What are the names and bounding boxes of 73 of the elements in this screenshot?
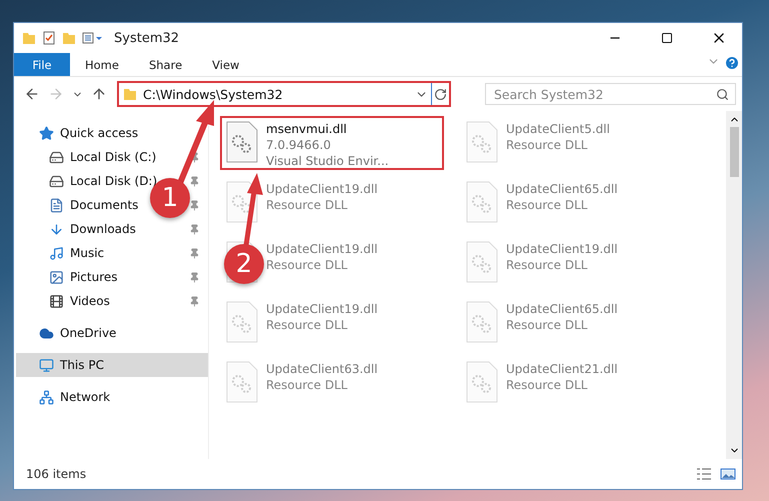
file-name[interactable]: UpdateClient21.dll (506, 361, 618, 377)
gear-file-icon (226, 121, 258, 163)
download-icon (49, 222, 64, 236)
file-detail: Resource DLL (506, 197, 588, 213)
file-name[interactable]: UpdateClient65.dll (506, 301, 618, 317)
sidebar-item[interactable]: Music (70, 246, 104, 260)
sidebar-item[interactable]: Local Disk (C:) (70, 150, 156, 164)
network-icon (39, 390, 54, 404)
gear-file-icon (226, 181, 258, 223)
sidebar-item[interactable]: OneDrive (60, 326, 116, 340)
sidebar-item[interactable]: Quick access (60, 126, 138, 140)
hard-drive-icon (49, 174, 64, 188)
file-name[interactable]: UpdateClient19.dll (266, 181, 378, 197)
sidebar-item[interactable]: Network (60, 390, 110, 404)
ribbon-tab[interactable]: File (14, 53, 70, 76)
file-name[interactable]: UpdateClient19.dll (266, 301, 378, 317)
search-icon (716, 88, 729, 100)
address-field[interactable]: C:\Windows\System32 (119, 83, 432, 105)
gear-file-icon (226, 361, 258, 403)
hard-drive-icon (49, 150, 64, 164)
ribbon-tab[interactable]: Home (70, 53, 134, 76)
customize-toolbar-icon[interactable] (82, 31, 104, 45)
file-detail: Resource DLL (506, 257, 588, 273)
gear-file-icon (226, 301, 258, 343)
file-detail: Resource DLL (506, 137, 588, 153)
cloud-icon (39, 326, 54, 340)
file-detail: 7.0.9466.0 (266, 137, 331, 153)
film-icon (49, 294, 64, 308)
file-name[interactable]: UpdateClient5.dll (506, 121, 610, 137)
file-name[interactable]: UpdateClient19.dll (266, 241, 378, 257)
file-name[interactable]: UpdateClient19.dll (506, 241, 618, 257)
file-name[interactable]: UpdateClient65.dll (506, 181, 618, 197)
sidebar-item[interactable]: Videos (70, 294, 110, 308)
search-field[interactable]: Search System32 (485, 83, 736, 105)
document-icon (49, 198, 64, 212)
large-icons-view-icon[interactable] (720, 467, 736, 481)
music-note-icon (49, 246, 64, 260)
scrollbar-thumb[interactable] (730, 127, 738, 177)
sidebar-item[interactable]: Documents (70, 198, 138, 212)
sidebar-item[interactable]: Pictures (70, 270, 118, 284)
file-detail: Visual Studio Envir... (266, 153, 389, 169)
gear-file-icon (466, 301, 498, 343)
picture-icon (49, 270, 64, 284)
file-detail: Resource DLL (266, 197, 348, 213)
file-detail: Resource DLL (266, 257, 348, 273)
ribbon-tab[interactable]: View (197, 53, 254, 76)
sidebar-item[interactable]: Downloads (70, 222, 136, 236)
help-icon (724, 55, 740, 71)
file-name[interactable]: UpdateClient63.dll (266, 361, 378, 377)
window-title: System32 (114, 30, 180, 46)
file-detail: Resource DLL (506, 317, 588, 333)
monitor-icon (39, 358, 54, 372)
maximize-icon (661, 32, 673, 44)
gear-file-icon (466, 181, 498, 223)
file-detail: Resource DLL (506, 377, 588, 393)
address-path: C:\Windows\System32 (143, 86, 284, 102)
refresh-icon (434, 88, 447, 100)
file-name[interactable]: msenvmui.dll (266, 121, 347, 137)
gear-file-icon (466, 241, 498, 283)
properties-icon[interactable] (42, 31, 56, 45)
item-count: 106 items (26, 467, 88, 481)
file-detail: Resource DLL (266, 377, 348, 393)
sidebar-item[interactable]: This PC (60, 358, 104, 372)
gear-file-icon (466, 121, 498, 163)
star-icon (39, 126, 54, 140)
folder-icon (22, 31, 36, 45)
folder-icon (123, 87, 137, 101)
gear-file-icon (466, 361, 498, 403)
selected-item-highlight[interactable]: This PC (16, 353, 208, 377)
details-view-icon[interactable] (696, 467, 712, 481)
scrollbar[interactable] (726, 111, 742, 459)
ribbon-tab[interactable]: Share (134, 53, 198, 76)
file-detail: Resource DLL (266, 317, 348, 333)
